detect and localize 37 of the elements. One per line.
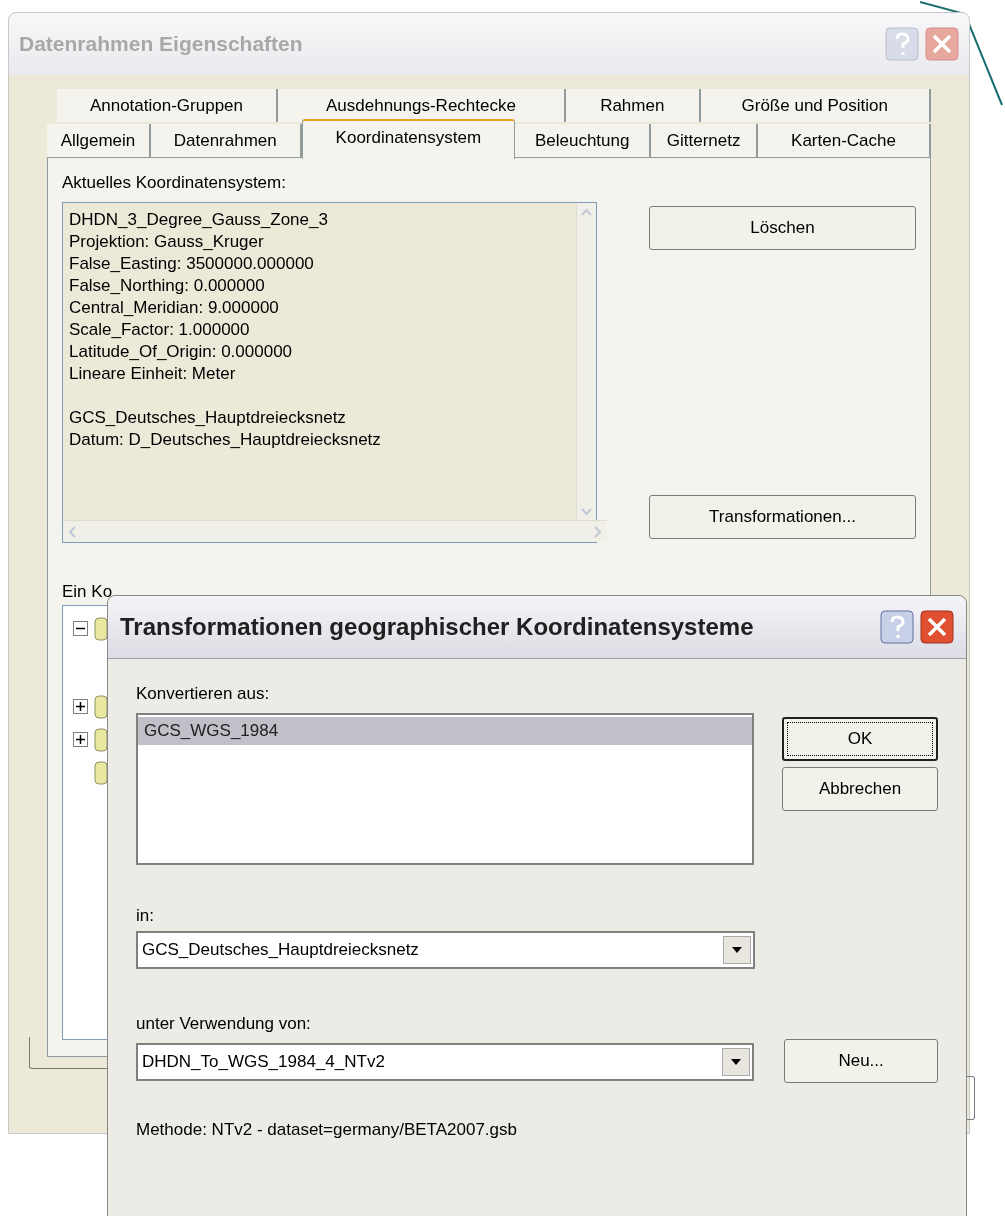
tab[interactable]: Rahmen — [566, 89, 701, 122]
text-line: Projektion: Gauss_Kruger — [69, 231, 265, 253]
text-line: Datum: D_Deutsches_Hauptdreiecksnetz — [69, 429, 382, 451]
section-label: Ein Ko — [62, 581, 114, 601]
tab[interactable]: Datenrahmen — [150, 124, 302, 157]
tab[interactable]: Beleuchtung — [515, 124, 652, 157]
cancel-button[interactable]: Abbrechen — [782, 767, 938, 811]
text-line: DHDN_3_Degree_Gauss_Zone_3 — [69, 209, 329, 231]
window-title: Datenrahmen Eigenschaften — [19, 31, 303, 58]
window-title: Transformationen geographischer Koordinatensysteme — [120, 612, 754, 642]
transformations-button[interactable]: Transformationen... — [649, 495, 916, 539]
method-text: Methode: NTv2 - dataset=germany/BETA2007.gsb — [136, 1119, 518, 1141]
field-label: Konvertieren aus: — [136, 683, 271, 705]
tab[interactable]: Größe und Position — [700, 89, 931, 122]
dropdown[interactable]: DHDN_To_WGS_1984_4_NTv2 — [136, 1043, 755, 1081]
list-box[interactable]: GCS_WGS_1984 — [136, 713, 754, 865]
section-label: Aktuelles Koordinatensystem: — [62, 172, 287, 194]
tab[interactable]: Ausdehnungs-Rechtecke — [277, 89, 566, 122]
delete-button[interactable]: Löschen — [649, 206, 916, 250]
list-item[interactable]: GCS_WGS_1984 — [138, 717, 752, 745]
tab[interactable]: Koordinatensystem — [301, 119, 516, 159]
tab[interactable]: Karten-Cache — [758, 124, 931, 157]
text-line: Latitude_Of_Origin: 0.000000 — [69, 341, 294, 363]
ok-button[interactable]: OK — [782, 717, 938, 761]
text-line: False_Northing: 0.000000 — [69, 275, 266, 297]
text-line: Lineare Einheit: Meter — [69, 363, 237, 385]
new-button[interactable]: Neu... — [784, 1039, 938, 1083]
dropdown[interactable]: GCS_Deutsches_Hauptdreiecksnetz — [136, 931, 755, 969]
tab[interactable]: Annotation-Gruppen — [57, 89, 278, 122]
field-label: in: — [136, 905, 155, 927]
field-label: unter Verwendung von: — [136, 1013, 312, 1035]
tab[interactable]: Gitternetz — [651, 124, 759, 157]
text-line: Scale_Factor: 1.000000 — [69, 319, 251, 341]
tab[interactable]: Allgemein — [47, 124, 151, 157]
text-line: False_Easting: 3500000.000000 — [69, 253, 315, 275]
text-line: GCS_Deutsches_Hauptdreiecksnetz — [69, 407, 347, 429]
text-line: Central_Meridian: 9.000000 — [69, 297, 280, 319]
